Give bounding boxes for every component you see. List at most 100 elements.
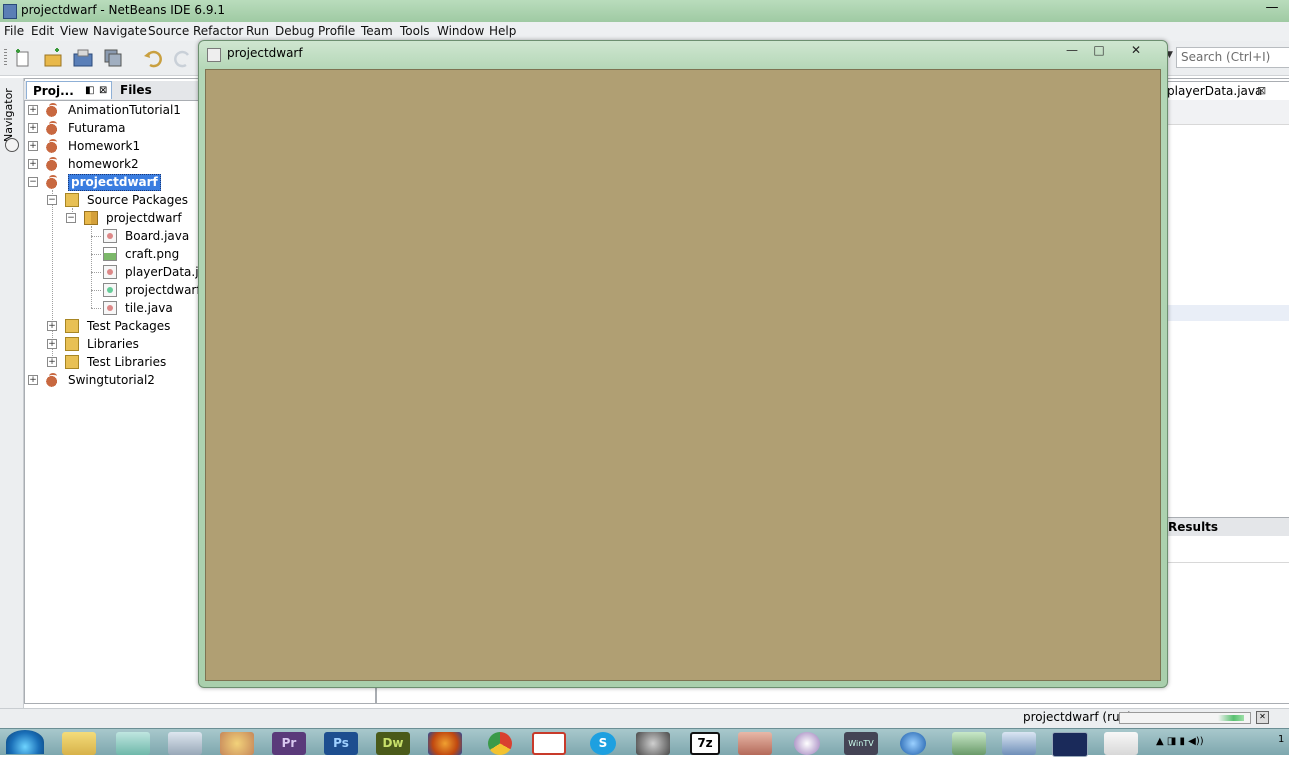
tree-item-label: craft.png <box>125 247 180 261</box>
recycle-icon[interactable] <box>952 732 986 755</box>
navigator-strip <box>0 78 24 708</box>
ide-title: projectdwarf - NetBeans IDE 6.9.1 <box>21 3 225 17</box>
tree-item[interactable]: + AnimationTutorial1 <box>28 101 198 119</box>
expand-icon[interactable]: + <box>28 159 38 169</box>
save-all-icon[interactable] <box>102 47 124 69</box>
close-tab-icon[interactable]: ⊠ <box>1257 84 1266 97</box>
tree-item[interactable]: − projectdwarf <box>66 209 198 227</box>
chrome-icon[interactable] <box>488 732 512 755</box>
menu-view[interactable]: View <box>60 24 88 38</box>
expand-icon[interactable]: + <box>47 357 57 367</box>
tree-item-projectdwarf[interactable]: − projectdwarf <box>28 173 198 191</box>
maximize-button[interactable]: □ <box>1086 43 1112 59</box>
tree-item[interactable]: + Homework1 <box>28 137 198 155</box>
menu-debug[interactable]: Debug <box>275 24 314 38</box>
firefox-icon[interactable] <box>428 732 462 755</box>
tree-item[interactable]: + Libraries <box>47 335 197 353</box>
tree-connector <box>91 226 92 308</box>
calculator-icon[interactable] <box>168 732 202 755</box>
new-file-icon[interactable] <box>12 47 34 69</box>
menu-edit[interactable]: Edit <box>31 24 54 38</box>
expand-icon[interactable]: + <box>47 339 57 349</box>
open-project-icon[interactable] <box>72 47 94 69</box>
editor-tab-playerdata[interactable]: playerData.java ⊠ <box>1166 81 1289 101</box>
wintv-icon[interactable]: WinTV <box>844 732 878 755</box>
tree-item[interactable]: + Futurama <box>28 119 198 137</box>
ide-minimize-button[interactable]: — <box>1262 1 1282 18</box>
tree-item[interactable]: + Test Libraries <box>47 353 197 371</box>
collapse-icon[interactable]: − <box>28 177 38 187</box>
steam-icon[interactable] <box>636 732 670 755</box>
expand-icon[interactable]: + <box>28 105 38 115</box>
tray-icons[interactable]: ▲ ◨ ▮ ◀)) <box>1156 736 1204 747</box>
close-button[interactable]: ✕ <box>1113 43 1159 59</box>
paint-icon[interactable] <box>220 732 254 755</box>
explorer-icon[interactable] <box>62 732 96 755</box>
navigator-tab[interactable]: Navigator <box>2 88 22 143</box>
tree-item[interactable]: + homework2 <box>28 155 198 173</box>
tree-item-label: projectdwarf <box>106 211 182 225</box>
tree-item[interactable]: playerData.java <box>103 263 198 281</box>
minimize-panel-icon[interactable]: ◧ <box>85 82 94 100</box>
skype-icon[interactable]: S <box>590 732 616 755</box>
library-icon <box>65 337 79 351</box>
game-icon[interactable] <box>1052 732 1088 757</box>
tree-item[interactable]: craft.png <box>103 245 198 263</box>
expand-icon[interactable]: + <box>28 123 38 133</box>
tree-item-label: Libraries <box>87 337 139 351</box>
redo-icon[interactable] <box>172 47 194 69</box>
dreamweaver-icon[interactable]: Dw <box>376 732 410 755</box>
tool-icon[interactable] <box>738 732 772 755</box>
expand-icon[interactable]: + <box>47 321 57 331</box>
toolbar-grip[interactable] <box>4 49 7 67</box>
thunder-icon[interactable] <box>900 732 926 755</box>
menu-tools[interactable]: Tools <box>400 24 430 38</box>
new-project-icon[interactable] <box>42 47 64 69</box>
tree-item[interactable]: tile.java <box>103 299 198 317</box>
expand-icon[interactable]: + <box>28 141 38 151</box>
premiere-icon[interactable]: Pr <box>272 732 306 755</box>
photoshop-icon[interactable]: Ps <box>324 732 358 755</box>
menu-team[interactable]: Team <box>361 24 393 38</box>
menu-help[interactable]: Help <box>489 24 516 38</box>
notepad-icon[interactable] <box>116 732 150 755</box>
search-input[interactable]: Search (Ctrl+I) <box>1176 47 1289 68</box>
tree-item[interactable]: + Swingtutorial2 <box>28 371 198 389</box>
collapse-icon[interactable]: − <box>66 213 76 223</box>
menu-source[interactable]: Source <box>148 24 189 38</box>
java-app-window[interactable]: projectdwarf — □ ✕ <box>198 40 1168 688</box>
tree-item[interactable]: − Source Packages <box>47 191 197 209</box>
menu-window[interactable]: Window <box>437 24 484 38</box>
stop-task-icon[interactable]: ✕ <box>1256 711 1269 724</box>
tree-item-label: Swingtutorial2 <box>68 373 155 387</box>
ide-title-bar: projectdwarf - NetBeans IDE 6.9.1 — <box>0 0 1289 22</box>
menu-run[interactable]: Run <box>246 24 269 38</box>
tree-connector <box>91 236 101 237</box>
menu-profile[interactable]: Profile <box>318 24 355 38</box>
expand-icon[interactable]: + <box>28 375 38 385</box>
start-button[interactable] <box>6 730 44 754</box>
menu-file[interactable]: File <box>4 24 24 38</box>
tab-files[interactable]: Files <box>114 81 190 99</box>
taskbar: Pr Ps Dw S 7z WinTV <box>0 728 1289 757</box>
close-panel-icon[interactable]: ⊠ <box>99 82 107 100</box>
tree-item[interactable]: projectdwarf.java <box>103 281 198 299</box>
tray-clock[interactable]: 1 <box>1278 734 1284 745</box>
minimize-button[interactable]: — <box>1059 43 1085 59</box>
collapse-icon[interactable]: − <box>47 195 57 205</box>
java-icon[interactable] <box>1104 732 1138 755</box>
tree-item[interactable]: Board.java <box>103 227 198 245</box>
game-canvas[interactable] <box>205 69 1161 681</box>
tab-projects[interactable]: Proj... ◧ ⊠ <box>26 81 112 99</box>
gmail-icon[interactable] <box>532 732 566 755</box>
netbeans-icon[interactable] <box>1002 732 1036 755</box>
7zip-icon[interactable]: 7z <box>690 732 720 755</box>
menu-refactor[interactable]: Refactor <box>193 24 243 38</box>
media-icon[interactable] <box>794 732 820 755</box>
navigator-icon[interactable] <box>5 138 19 152</box>
tree-item[interactable]: + Test Packages <box>47 317 197 335</box>
java-file-icon <box>103 301 117 315</box>
results-tab[interactable]: Results <box>1168 517 1289 536</box>
undo-icon[interactable] <box>142 47 164 69</box>
menu-navigate[interactable]: Navigate <box>93 24 147 38</box>
